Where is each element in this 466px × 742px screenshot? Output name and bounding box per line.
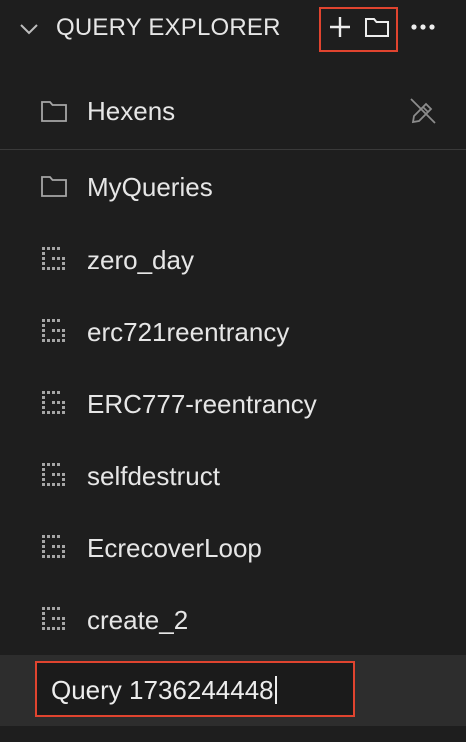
new-query-name-input[interactable]: Query 1736244448 bbox=[35, 661, 355, 717]
list-item-folder-hexens[interactable]: Hexens bbox=[0, 75, 466, 147]
folder-icon bbox=[41, 176, 67, 197]
list-item-query-create-2[interactable]: create_2 bbox=[0, 583, 466, 655]
query-file-icon bbox=[42, 607, 65, 630]
list-item-folder-myqueries[interactable]: MyQueries bbox=[0, 150, 466, 222]
list-item-label: Hexens bbox=[87, 96, 176, 126]
list-item-query-selfdestruct[interactable]: selfdestruct bbox=[0, 439, 466, 511]
list-item-label: MyQueries bbox=[87, 172, 213, 202]
list-item-label: erc721reentrancy bbox=[87, 317, 290, 347]
list-item-query-ecrecoverloop[interactable]: EcrecoverLoop bbox=[0, 511, 466, 583]
folder-icon bbox=[41, 101, 67, 122]
clear-icon[interactable] bbox=[406, 94, 440, 128]
new-query-name-value[interactable]: Query 1736244448 bbox=[51, 675, 277, 706]
list-item-label: zero_day bbox=[87, 245, 194, 275]
text-caret bbox=[274, 676, 277, 704]
list-item-query-erc721reentrancy[interactable]: erc721reentrancy bbox=[0, 295, 466, 367]
list-item-query-zero-day[interactable]: zero_day bbox=[0, 223, 466, 295]
folder-icon[interactable] bbox=[364, 14, 390, 40]
list-item-label: selfdestruct bbox=[87, 461, 220, 491]
query-explorer-panel: QUERY EXPLORER Hexens MyQueries zero_day… bbox=[0, 0, 466, 742]
list-item-label: ERC777-reentrancy bbox=[87, 389, 317, 419]
query-file-icon bbox=[42, 319, 65, 342]
more-icon[interactable] bbox=[410, 14, 436, 40]
chevron-down-icon[interactable] bbox=[18, 18, 40, 40]
query-file-icon bbox=[42, 535, 65, 558]
list-item-label: EcrecoverLoop bbox=[87, 533, 262, 563]
query-file-icon bbox=[42, 391, 65, 414]
panel-title: QUERY EXPLORER bbox=[56, 14, 281, 41]
list-item-label: create_2 bbox=[87, 605, 189, 635]
plus-icon[interactable] bbox=[327, 14, 353, 40]
list-item-query-erc777-reentrancy[interactable]: ERC777-reentrancy bbox=[0, 367, 466, 439]
query-file-icon bbox=[42, 463, 65, 486]
panel-header: QUERY EXPLORER bbox=[0, 0, 466, 58]
query-file-icon bbox=[42, 247, 65, 270]
